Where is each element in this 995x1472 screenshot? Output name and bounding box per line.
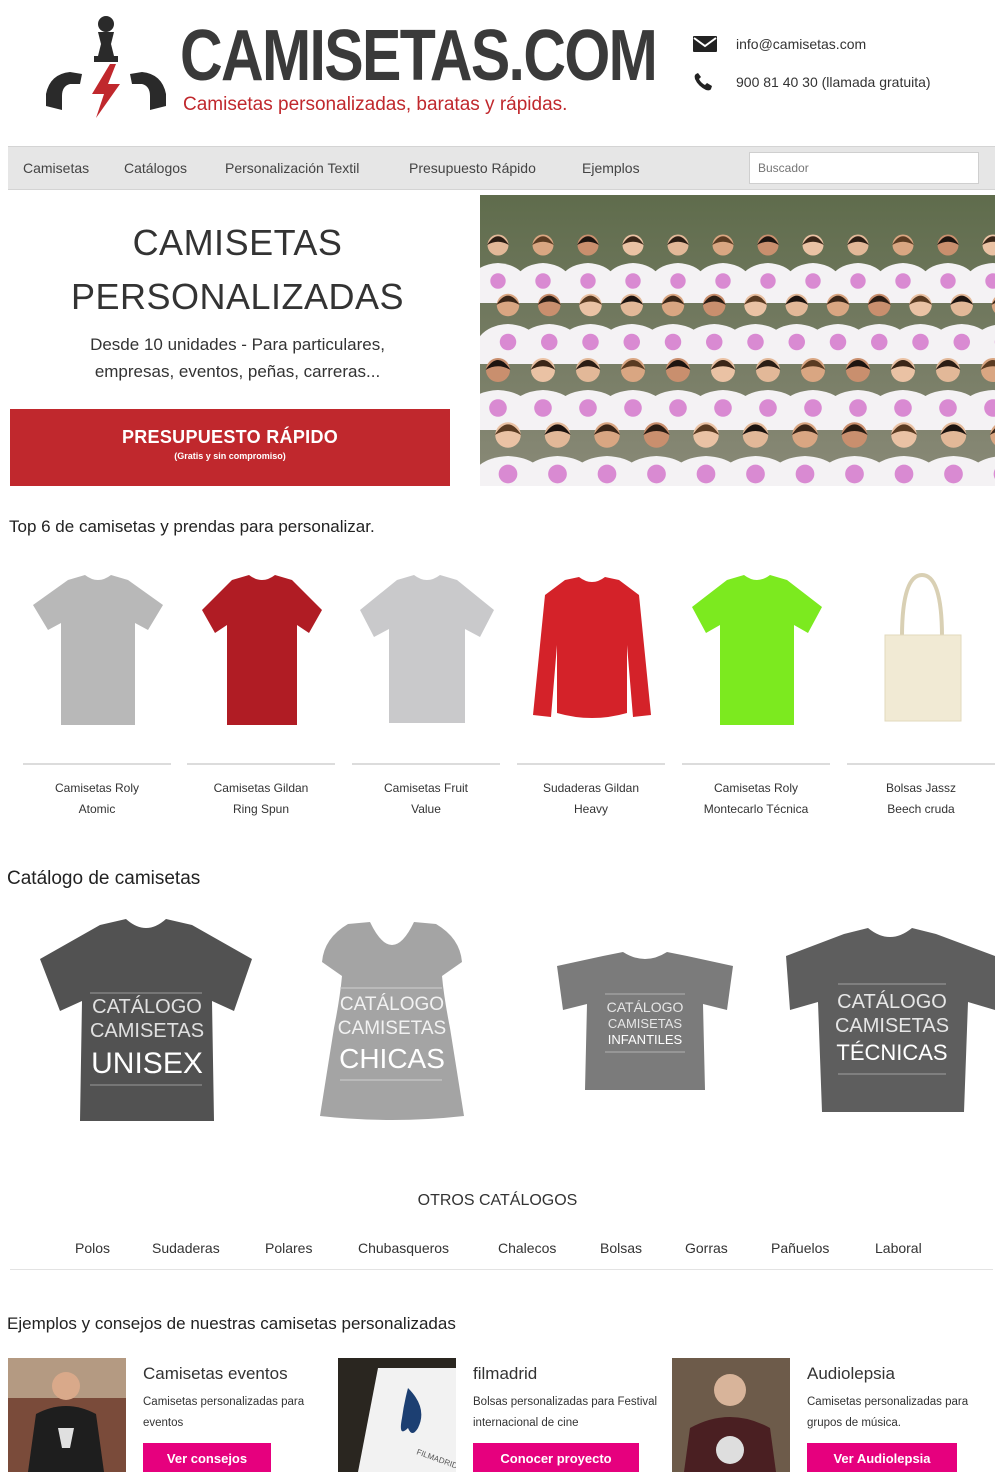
example-title[interactable]: filmadrid [473,1364,537,1384]
example-title[interactable]: Camisetas eventos [143,1364,288,1384]
product-card[interactable]: Bolsas Jassz Beech cruda [847,565,995,825]
product-divider [682,763,830,765]
product-name[interactable]: Camisetas Fruit Value [352,778,500,820]
tshirt-infantiles-graphic: CATÁLOGO CAMISETAS INFANTILES [557,952,733,1090]
tote-bag-image [884,572,962,722]
logo-title[interactable]: CAMISETAS.COM [180,18,658,94]
top6-title: Top 6 de camisetas y prendas para person… [9,517,375,536]
phone-icon [694,73,712,91]
product-card[interactable]: Camisetas Gildan Ring Spun [187,565,337,825]
product-divider [847,763,995,765]
other-catalogs-title: OTROS CATÁLOGOS [417,1192,578,1209]
examples-title: Ejemplos y consejos de nuestras camiseta… [7,1314,456,1333]
envelope-icon [693,36,717,52]
other-catalog-chubasqueros[interactable]: Chubasqueros [358,1240,449,1256]
other-catalog-laboral[interactable]: Laboral [875,1240,922,1256]
example-button[interactable]: Ver consejos [143,1443,271,1472]
other-catalog-bolsas[interactable]: Bolsas [600,1240,642,1256]
product-divider [517,763,665,765]
product-card[interactable]: Camisetas Roly Montecarlo Técnica [682,565,832,825]
catalog-line2: CAMISETAS [90,1020,204,1042]
product-card[interactable]: Sudaderas Gildan Heavy [517,565,667,825]
tshirt-image [360,575,494,723]
other-catalog-polos[interactable]: Polos [75,1240,110,1256]
other-catalog-chalecos[interactable]: Chalecos [498,1240,556,1256]
catalog-line2: CAMISETAS [338,1018,446,1039]
hero-subtitle-line2: empresas, eventos, peñas, carreras... [94,362,381,381]
catalog-chicas[interactable]: CATÁLOGO CAMISETAS CHICAS [318,918,466,1123]
example-description: Camisetas personalizadas para grupos de … [807,1396,969,1429]
logo-tagline: Camisetas personalizadas, baratas y rápi… [183,94,568,115]
hero-title-line2: PERSONALIZADAS [70,276,405,317]
nav-item-personalizacion[interactable]: Personalización Textil [225,160,359,176]
search-input[interactable] [749,152,979,184]
other-catalog-panuelos[interactable]: Pañuelos [771,1240,829,1256]
hero-subtitle-line1: Desde 10 unidades - Para particulares, [90,335,385,354]
catalog-unisex[interactable]: CATÁLOGO CAMISETAS UNISEX [38,915,254,1125]
catalog-infantiles[interactable]: CATÁLOGO CAMISETAS INFANTILES [555,950,735,1092]
email-text: info@camisetas.com [736,36,867,52]
tshirt-image [33,575,163,725]
product-name[interactable]: Camisetas Gildan Ring Spun [187,778,335,820]
catalog-title: Catálogo de camisetas [7,868,201,889]
product-card[interactable]: Camisetas Roly Atomic [23,565,173,825]
site-header: CAMISETAS.COM Camisetas personalizadas, … [0,0,995,140]
nav-item-ejemplos[interactable]: Ejemplos [582,160,640,176]
product-divider [352,763,500,765]
example-button[interactable]: Conocer proyecto [473,1443,639,1472]
quick-quote-button[interactable]: PRESUPUESTO RÁPIDO (Gratis y sin comprom… [10,409,450,486]
nav-item-camisetas[interactable]: Camisetas [23,160,89,176]
hero-title-line1: CAMISETAS [132,222,343,263]
section-divider [10,1269,993,1270]
product-divider [187,763,335,765]
phone-text: 900 81 40 30 (llamada gratuita) [736,74,931,90]
product-name[interactable]: Camisetas Roly Montecarlo Técnica [682,778,830,820]
example-button[interactable]: Ver Audiolepsia [807,1443,957,1472]
catalog-line3: CHICAS [339,1043,445,1074]
tshirt-image [202,575,322,725]
catalog-line1: CATÁLOGO [340,994,444,1015]
product-name[interactable]: Bolsas Jassz Beech cruda [847,778,995,820]
other-catalog-polares[interactable]: Polares [265,1240,312,1256]
other-catalog-sudaderas[interactable]: Sudaderas [152,1240,220,1256]
product-name[interactable]: Camisetas Roly Atomic [23,778,171,820]
hero-group-photo [480,195,995,486]
tshirt-unisex-graphic: CATÁLOGO CAMISETAS UNISEX [40,919,252,1121]
product-name[interactable]: Sudaderas Gildan Heavy [517,778,665,820]
catalog-line1: CATÁLOGO [92,995,202,1018]
main-nav: Camisetas Catálogos Personalización Text… [8,146,995,190]
catalog-line1: CATÁLOGO [837,990,947,1013]
catalog-tecnicas[interactable]: CATÁLOGO CAMISETAS TÉCNICAS [784,926,995,1116]
tshirt-image [692,575,822,725]
catalog-line3: UNISEX [91,1047,203,1080]
example-description: Camisetas personalizadas para eventos [143,1396,305,1429]
tshirt-tecnicas-graphic: CATÁLOGO CAMISETAS TÉCNICAS [786,928,995,1112]
other-catalog-gorras[interactable]: Gorras [685,1240,728,1256]
catalog-line2: CAMISETAS [608,1016,682,1031]
example-image-audiolepsia[interactable] [672,1358,790,1472]
nav-item-catalogos[interactable]: Catálogos [124,160,187,176]
catalog-line3: TÉCNICAS [836,1040,947,1065]
sweatshirt-image [533,577,651,718]
tshirt-chicas-graphic: CATÁLOGO CAMISETAS CHICAS [320,922,464,1120]
quick-quote-sublabel: (Gratis y sin compromiso) [174,451,286,461]
example-image-filmadrid[interactable]: FILMADRID [338,1358,456,1472]
quick-quote-label: PRESUPUESTO RÁPIDO [121,427,339,447]
catalog-line2: CAMISETAS [835,1015,949,1037]
nav-item-presupuesto[interactable]: Presupuesto Rápido [409,160,536,176]
logo-icon[interactable] [40,14,172,124]
product-card[interactable]: Camisetas Fruit Value [352,565,502,825]
catalog-line3: INFANTILES [608,1032,683,1047]
example-image-eventos[interactable] [8,1358,126,1472]
product-divider [23,763,171,765]
example-title[interactable]: Audiolepsia [807,1364,895,1384]
example-description: Bolsas personalizadas para Festival inte… [473,1396,658,1429]
catalog-line1: CATÁLOGO [607,999,684,1015]
